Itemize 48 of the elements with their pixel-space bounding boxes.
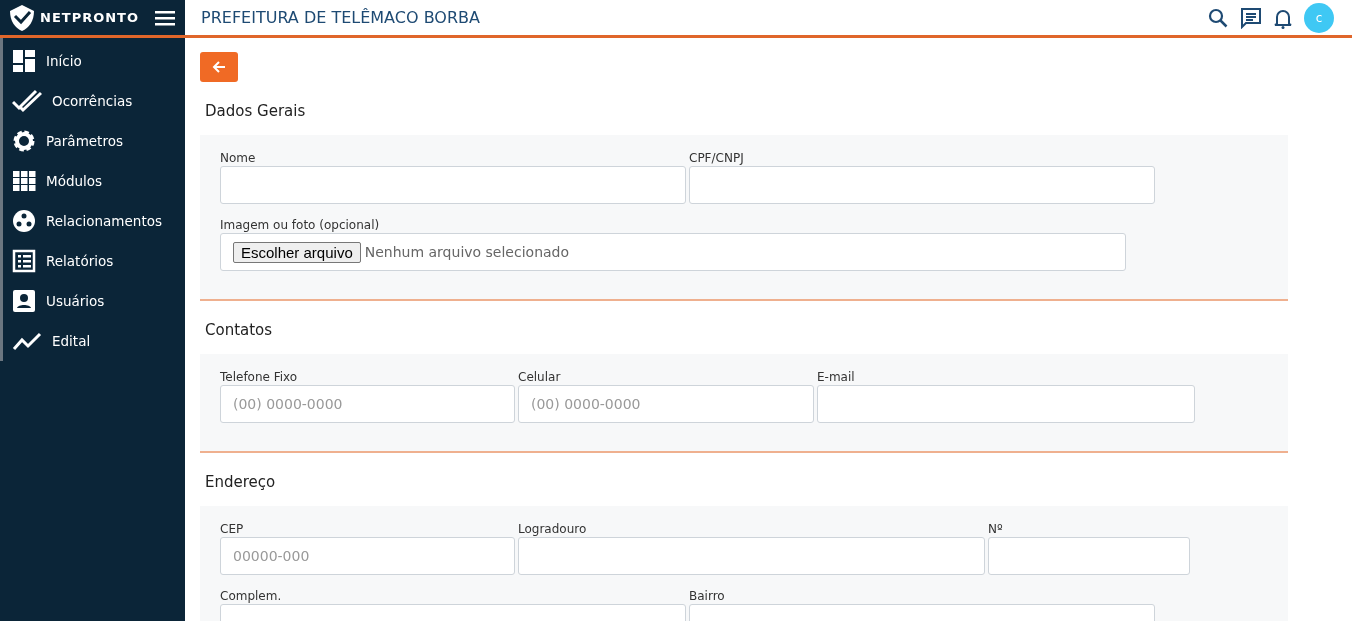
- field-label: Complem.: [220, 589, 283, 603]
- sidebar-item[interactable]: Parâmetros: [3, 121, 185, 161]
- file-status: Nenhum arquivo selecionado: [364, 244, 570, 260]
- input-field[interactable]: [817, 385, 1195, 423]
- sidebar-item[interactable]: Relacionamentos: [3, 201, 185, 241]
- input-field[interactable]: [988, 537, 1190, 575]
- section-title: Dados Gerais: [204, 101, 307, 122]
- grid-icon: [12, 169, 36, 193]
- input-field[interactable]: (00) 0000-0000: [220, 385, 515, 423]
- page-title: PREFEITURA DE TELÊMACO BORBA: [201, 8, 481, 27]
- file-input[interactable]: Escolher arquivo Nenhum arquivo selecionado: [220, 233, 1126, 271]
- sidebar-item[interactable]: Módulos: [3, 161, 185, 201]
- user-icon: [12, 289, 36, 313]
- list-icon: [12, 249, 36, 273]
- field-label: Nº: [988, 522, 1004, 536]
- dashboard-icon: [12, 49, 36, 73]
- input-field[interactable]: [689, 166, 1155, 204]
- section-title: Endereço: [204, 472, 277, 493]
- shield-check-logo-icon: [8, 3, 36, 32]
- sidebar-item[interactable]: Início: [3, 41, 185, 81]
- field-label: Logradouro: [518, 522, 588, 536]
- double-check-icon: [12, 89, 42, 113]
- back-button[interactable]: [200, 52, 238, 82]
- field-label: CPF/CNPJ: [689, 151, 745, 165]
- field-label: CEP: [220, 522, 245, 536]
- section-title: Contatos: [204, 320, 274, 341]
- field-label: Telefone Fixo: [220, 370, 299, 384]
- sidebar-item[interactable]: Edital: [3, 321, 185, 361]
- menu-icon[interactable]: [155, 9, 175, 26]
- choose-file-button[interactable]: Escolher arquivo: [233, 241, 361, 263]
- field-label: Celular: [518, 370, 562, 384]
- field-label: Nome: [220, 151, 257, 165]
- arrow-left-icon: [212, 60, 226, 74]
- input-field[interactable]: [518, 537, 985, 575]
- brand-name: NETPRONTO: [40, 10, 141, 25]
- sidebar-item[interactable]: Relatórios: [3, 241, 185, 281]
- field-label: E-mail: [817, 370, 856, 384]
- field-label: Imagem ou foto (opcional): [220, 218, 381, 232]
- sidebar-item[interactable]: Usuários: [3, 281, 185, 321]
- sidebar-item[interactable]: Ocorrências: [3, 81, 185, 121]
- chat-icon[interactable]: [1240, 6, 1262, 29]
- input-field[interactable]: [220, 166, 686, 204]
- input-field[interactable]: (00) 0000-0000: [518, 385, 814, 423]
- field-label: Bairro: [689, 589, 726, 603]
- circle-dots-icon: [12, 209, 36, 233]
- input-field[interactable]: 00000-000: [220, 537, 515, 575]
- search-icon[interactable]: [1208, 7, 1228, 28]
- settings-icon: [12, 129, 36, 153]
